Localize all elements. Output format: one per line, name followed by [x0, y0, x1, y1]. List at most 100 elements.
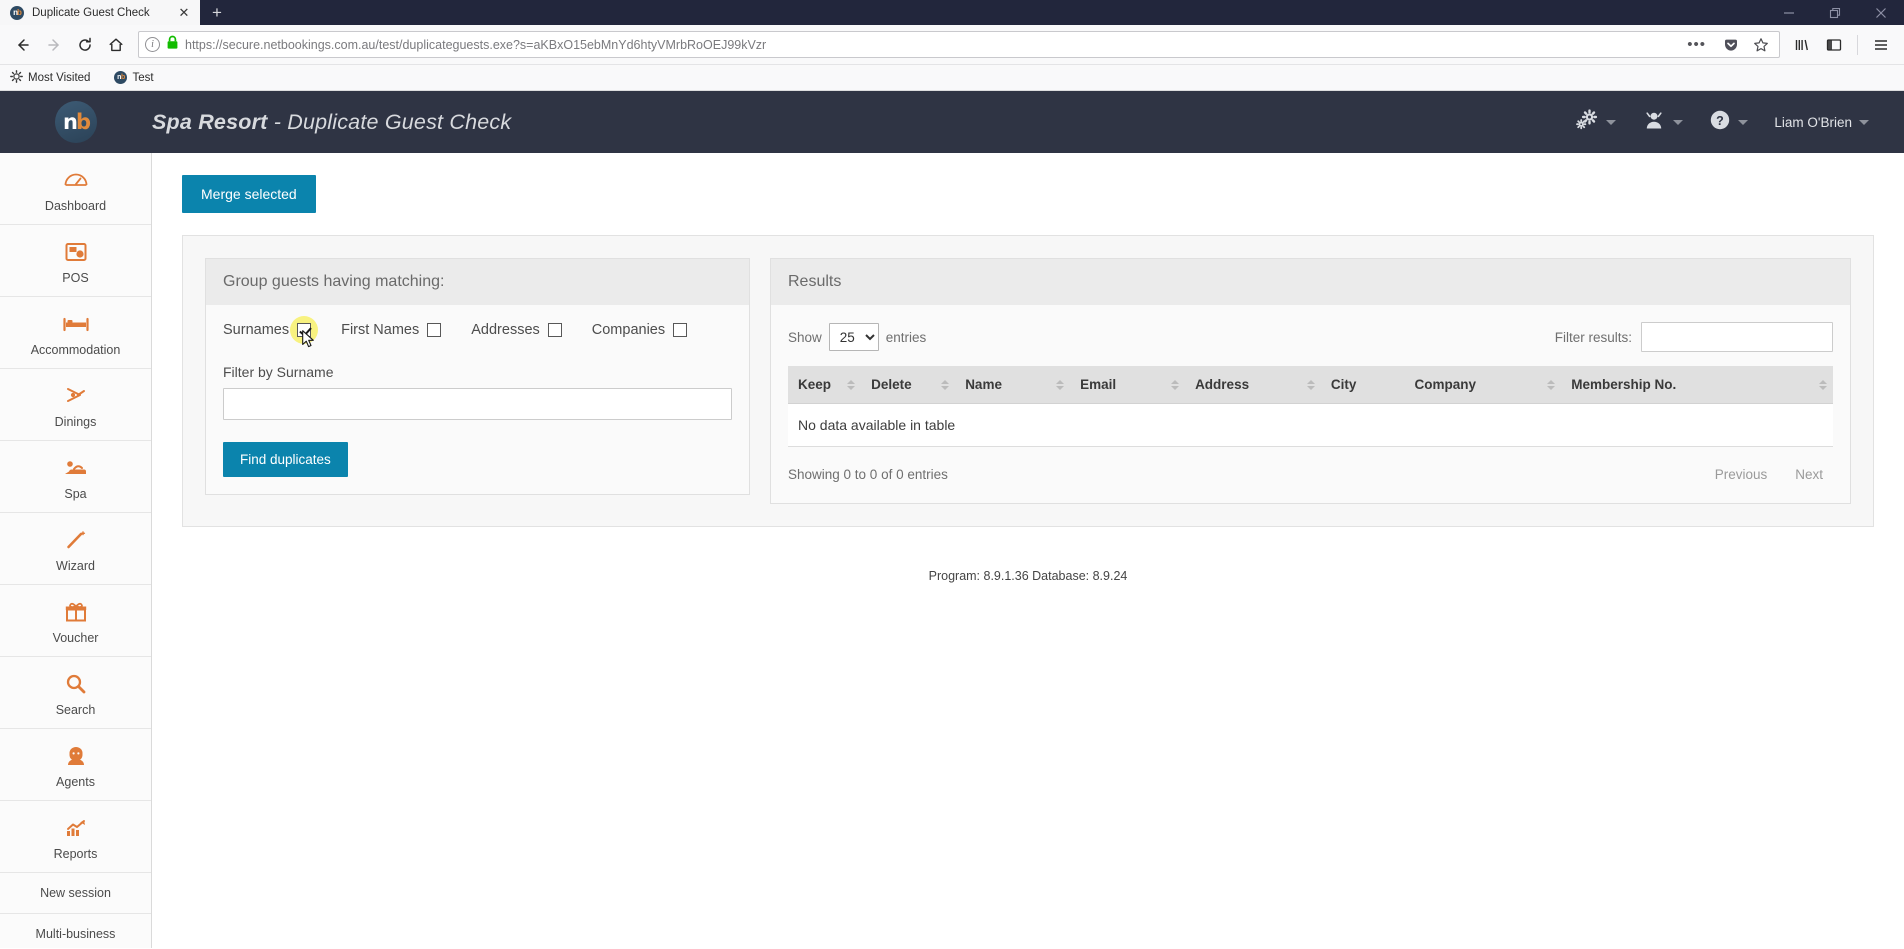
close-icon[interactable]: ✕: [176, 6, 192, 19]
pocket-icon[interactable]: [1719, 37, 1743, 53]
forward-arrow-icon[interactable]: [39, 30, 69, 60]
sidebar-item-voucher[interactable]: Voucher: [0, 585, 151, 657]
panels-container: Group guests having matching: Surnames F…: [182, 235, 1874, 527]
sidebar-item-label: Reports: [53, 847, 98, 861]
results-header-row: Keep Delete Name Email Address City Comp…: [788, 366, 1833, 404]
minimize-icon[interactable]: [1766, 0, 1812, 25]
bookmark-most-visited[interactable]: Most Visited: [6, 68, 94, 88]
filter-by-surname-input[interactable]: [223, 388, 732, 420]
column-address[interactable]: Address: [1185, 366, 1321, 404]
results-table-head: Keep Delete Name Email Address City Comp…: [788, 366, 1833, 404]
gears-icon: [1575, 108, 1599, 136]
sidebar-item-dinings[interactable]: Dinings: [0, 369, 151, 441]
app-header: nb Spa Resort - Duplicate Guest Check ? …: [0, 91, 1904, 153]
sort-icon: [1819, 379, 1827, 390]
find-duplicates-button[interactable]: Find duplicates: [223, 442, 348, 477]
pagination-previous[interactable]: Previous: [1705, 463, 1778, 486]
main-content: Merge selected Group guests having match…: [152, 153, 1904, 948]
results-table: Keep Delete Name Email Address City Comp…: [788, 366, 1833, 447]
hamburger-menu-icon[interactable]: [1866, 30, 1896, 60]
sidebar-item-new-session[interactable]: New session: [0, 873, 151, 914]
info-icon[interactable]: i: [145, 37, 160, 52]
checkbox-surnames-box[interactable]: [297, 323, 312, 337]
chevron-down-icon: [1673, 119, 1684, 125]
magic-wand-icon: [4, 527, 147, 553]
sidebar-item-agents[interactable]: Agents: [0, 729, 151, 801]
sidebar-item-reports[interactable]: Reports: [0, 801, 151, 873]
sidebar-item-spa[interactable]: Spa: [0, 441, 151, 513]
checkbox-addresses-label: Addresses: [471, 322, 540, 338]
nb-logo-icon: nb: [10, 5, 24, 20]
sidebar-item-label: Agents: [56, 775, 95, 789]
column-email[interactable]: Email: [1070, 366, 1186, 404]
reload-icon[interactable]: [70, 30, 100, 60]
column-delete[interactable]: Delete: [861, 366, 956, 404]
checkbox-companies-box[interactable]: [673, 323, 688, 337]
page-length-select[interactable]: 25: [828, 323, 879, 351]
help-menu[interactable]: ?: [1696, 109, 1761, 136]
bookmark-test[interactable]: nb Test: [110, 69, 157, 86]
sidebar-item-pos[interactable]: POS: [0, 225, 151, 297]
sidebar-item-wizard[interactable]: Wizard: [0, 513, 151, 585]
app-header-actions: ? Liam O'Brien: [1562, 91, 1882, 153]
column-company[interactable]: Company: [1404, 366, 1562, 404]
page-actions-icon[interactable]: •••: [1680, 37, 1713, 52]
pagination: Previous Next: [1705, 463, 1833, 486]
browser-chrome: nb Duplicate Guest Check ✕ + i https://s…: [0, 0, 1904, 91]
page-length-control: Show 25 entries: [788, 323, 926, 351]
checkbox-companies-label: Companies: [591, 322, 666, 338]
restore-icon[interactable]: [1812, 0, 1858, 25]
page-title: Spa Resort - Duplicate Guest Check: [152, 110, 511, 135]
group-guests-panel: Group guests having matching: Surnames F…: [205, 258, 750, 495]
sidebar-item-label: New session: [40, 886, 111, 900]
close-icon[interactable]: [1858, 0, 1904, 25]
checkbox-addresses-box[interactable]: [547, 323, 562, 337]
user-account-menu[interactable]: Liam O'Brien: [1761, 115, 1882, 130]
checkbox-companies[interactable]: Companies: [591, 322, 688, 338]
browser-navbar: i https://secure.netbookings.com.au/test…: [0, 25, 1904, 65]
browser-toolbar-right: [1787, 30, 1896, 60]
checkbox-surnames[interactable]: Surnames: [223, 316, 319, 348]
sidebar-item-accommodation[interactable]: Accommodation: [0, 297, 151, 369]
padlock-icon[interactable]: [166, 35, 179, 55]
application: nb Spa Resort - Duplicate Guest Check ? …: [0, 91, 1904, 948]
filter-results-input[interactable]: [1641, 322, 1833, 352]
library-icon[interactable]: [1787, 30, 1817, 60]
star-icon[interactable]: [1749, 37, 1773, 53]
magnifier-icon: [4, 671, 147, 697]
column-name[interactable]: Name: [955, 366, 1071, 404]
checkbox-first-names-label: First Names: [341, 322, 420, 338]
sidebar-item-label: Accommodation: [30, 343, 121, 357]
sidebar-item-dashboard[interactable]: Dashboard: [0, 153, 151, 225]
merge-selected-button[interactable]: Merge selected: [182, 175, 316, 213]
home-icon[interactable]: [101, 30, 131, 60]
browser-tab[interactable]: nb Duplicate Guest Check ✕: [0, 0, 200, 25]
checkbox-surnames-box-wrap[interactable]: [290, 316, 319, 348]
url-bar[interactable]: i https://secure.netbookings.com.au/test…: [138, 31, 1780, 58]
column-city[interactable]: City: [1320, 366, 1405, 404]
browser-titlebar: nb Duplicate Guest Check ✕ +: [0, 0, 1904, 25]
sidebar-item-multi-business[interactable]: Multi-business: [0, 914, 151, 949]
sort-icon: [847, 379, 856, 390]
pagination-next[interactable]: Next: [1785, 463, 1833, 486]
user-icon: [1642, 109, 1666, 136]
sidebar-icon[interactable]: [1819, 30, 1849, 60]
title-separator: -: [267, 109, 288, 134]
new-tab-button[interactable]: +: [200, 0, 234, 25]
sidebar-item-search[interactable]: Search: [0, 657, 151, 729]
sidebar-item-label: Spa: [64, 487, 87, 501]
users-menu[interactable]: [1629, 109, 1696, 136]
gauge-icon: [4, 167, 147, 193]
column-membership-no[interactable]: Membership No.: [1561, 366, 1833, 404]
window-controls: [1766, 0, 1904, 25]
back-arrow-icon[interactable]: [8, 30, 38, 60]
checkbox-first-names-box[interactable]: [427, 323, 442, 337]
chevron-down-icon: [1859, 119, 1869, 125]
column-keep[interactable]: Keep: [788, 366, 862, 404]
checkbox-addresses[interactable]: Addresses: [471, 322, 562, 338]
version-footer: Program: 8.9.1.36 Database: 8.9.24: [928, 569, 1128, 583]
results-filter-control: Filter results:: [1555, 322, 1833, 352]
settings-menu[interactable]: [1562, 108, 1629, 136]
checkbox-first-names[interactable]: First Names: [341, 322, 442, 338]
app-logo[interactable]: nb: [0, 101, 152, 143]
